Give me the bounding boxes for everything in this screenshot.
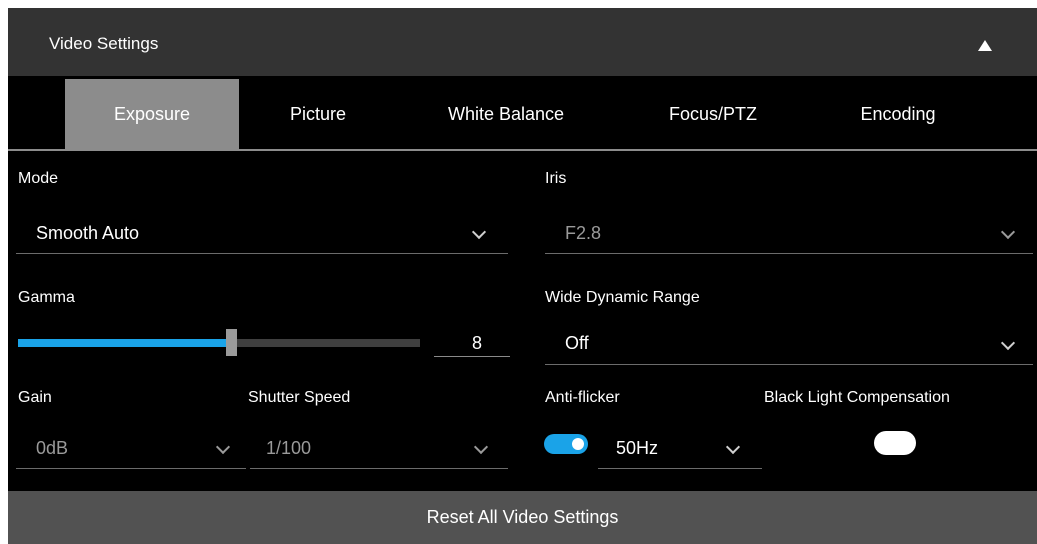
tab-exposure[interactable]: Exposure xyxy=(65,79,239,149)
anti-flicker-toggle[interactable] xyxy=(544,434,588,454)
tab-encoding[interactable]: Encoding xyxy=(828,79,968,149)
gamma-slider-thumb[interactable] xyxy=(226,329,237,356)
tab-bar: Exposure Picture White Balance Focus/PTZ… xyxy=(8,79,1037,151)
anti-flicker-label: Anti-flicker xyxy=(545,389,620,406)
chevron-down-icon xyxy=(725,439,741,455)
gamma-value-input[interactable]: 8 xyxy=(434,328,510,357)
mode-label: Mode xyxy=(18,170,59,187)
gamma-slider-track[interactable] xyxy=(18,339,420,347)
chevron-down-icon xyxy=(473,439,489,455)
chevron-down-icon xyxy=(471,224,487,240)
panel-header[interactable]: Video Settings xyxy=(8,8,1037,76)
mode-select[interactable]: Smooth Auto xyxy=(16,213,508,254)
black-light-compensation-label: Black Light Compensation xyxy=(764,389,950,406)
reset-all-video-settings-button[interactable]: Reset All Video Settings xyxy=(8,491,1037,544)
iris-label: Iris xyxy=(545,170,567,187)
gain-select[interactable]: 0dB xyxy=(16,428,246,469)
toggle-knob xyxy=(572,438,584,450)
tab-underline xyxy=(8,149,1037,151)
tab-white-balance[interactable]: White Balance xyxy=(416,79,596,149)
wdr-label: Wide Dynamic Range xyxy=(545,289,700,306)
wdr-value: Off xyxy=(565,333,589,353)
triangle-up-icon[interactable] xyxy=(978,40,992,51)
tab-picture[interactable]: Picture xyxy=(248,79,388,149)
chevron-down-icon xyxy=(215,439,231,455)
gamma-slider-fill xyxy=(18,339,231,347)
wdr-select[interactable]: Off xyxy=(545,324,1033,365)
shutter-speed-select[interactable]: 1/100 xyxy=(250,428,508,469)
chevron-down-icon xyxy=(1000,335,1016,351)
gamma-value: 8 xyxy=(471,333,482,353)
tab-focus-ptz[interactable]: Focus/PTZ xyxy=(638,79,788,149)
gamma-label: Gamma xyxy=(18,289,75,306)
gain-label: Gain xyxy=(18,389,52,406)
iris-value: F2.8 xyxy=(565,223,602,243)
panel-title: Video Settings xyxy=(49,34,159,53)
black-light-compensation-toggle[interactable] xyxy=(874,431,916,455)
shutter-speed-label: Shutter Speed xyxy=(248,389,351,406)
mode-value: Smooth Auto xyxy=(36,223,140,243)
anti-flicker-frequency-value: 50Hz xyxy=(616,438,659,458)
gain-value: 0dB xyxy=(36,438,69,458)
iris-select[interactable]: F2.8 xyxy=(545,213,1033,254)
shutter-speed-value: 1/100 xyxy=(266,438,312,458)
video-settings-panel: Video Settings Exposure Picture White Ba… xyxy=(8,8,1037,544)
anti-flicker-frequency-select[interactable]: 50Hz xyxy=(598,428,762,469)
chevron-down-icon xyxy=(1000,224,1016,240)
